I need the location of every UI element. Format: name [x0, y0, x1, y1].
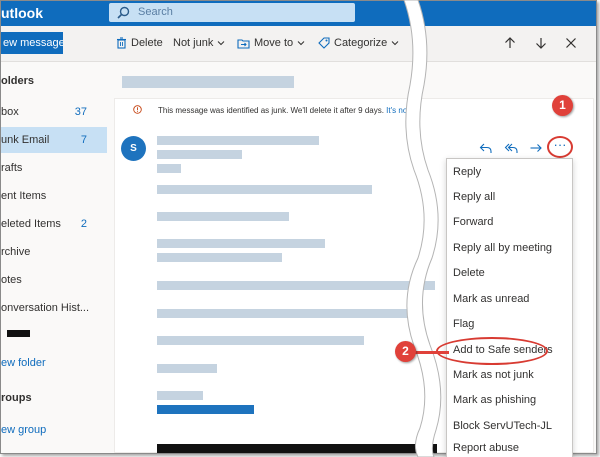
reply-all-icon[interactable] [504, 141, 518, 155]
redacted-footer [157, 444, 437, 453]
menu-item-reply-all-by-meeting[interactable]: Reply all by meeting [447, 236, 572, 261]
menu-item-forward[interactable]: Forward [447, 210, 572, 235]
folder-label: otes [1, 274, 22, 286]
folder-label: rchive [1, 246, 31, 258]
menu-item-report-abuse[interactable]: Report abuse [447, 439, 572, 457]
folder-label: rafts [1, 162, 23, 174]
arrow-up-icon[interactable] [502, 35, 518, 51]
body-line [157, 309, 412, 318]
folder-label: box [1, 106, 19, 118]
trash-icon [117, 37, 126, 49]
search-box[interactable]: Search [109, 3, 355, 22]
folder-sent-items[interactable]: ent Items [1, 183, 107, 209]
menu-item-block-sender[interactable]: Block ServUTech-JL [447, 414, 572, 439]
folder-label: unk Email [1, 134, 50, 146]
more-commands-button[interactable]: ··· [411, 35, 424, 50]
unread-count: 7 [80, 134, 87, 146]
menu-item-reply-all[interactable]: Reply all [447, 185, 572, 210]
body-line [157, 212, 289, 221]
not-junk-button[interactable]: Not junk [173, 37, 225, 49]
junk-notice-bar: This message was identified as junk. We'… [115, 100, 435, 120]
app-brand: utlook [1, 5, 43, 21]
categorize-label: Categorize [334, 37, 388, 49]
callout-line [411, 351, 449, 354]
folder-junk-email[interactable]: unk Email 7 [1, 127, 107, 153]
menu-item-mark-as-unread[interactable]: Mark as unread [447, 287, 572, 312]
sender-avatar: S [121, 136, 146, 161]
chevron-down-icon [297, 41, 305, 46]
groups-header: roups [1, 392, 32, 404]
search-icon [117, 6, 130, 19]
junk-notice-text: This message was identified as junk. We'… [158, 106, 418, 115]
move-to-button[interactable]: Move to [237, 37, 305, 49]
folder-archive[interactable]: rchive [1, 239, 107, 265]
tag-icon [318, 37, 330, 49]
step-badge-1: 1 [552, 95, 573, 116]
folder-move-icon [237, 38, 250, 49]
step-badge-2: 2 [395, 341, 416, 362]
folder-label: onversation Hist... [1, 302, 90, 314]
body-line [157, 185, 372, 194]
close-icon[interactable] [563, 35, 579, 51]
delete-label: Delete [131, 37, 163, 49]
highlight-ring-safe-senders [436, 337, 548, 365]
folder-notes[interactable]: otes [1, 267, 107, 293]
folder-label: eleted Items [1, 218, 61, 230]
unread-count: 37 [74, 106, 87, 118]
folder-deleted-items[interactable]: eleted Items 2 [1, 211, 107, 237]
body-line [157, 364, 217, 373]
menu-item-mark-as-not-junk[interactable]: Mark as not junk [447, 363, 572, 388]
folder-conversation-history[interactable]: onversation Hist... [1, 295, 107, 321]
warning-icon [133, 105, 142, 114]
body-line [157, 281, 435, 290]
chevron-down-icon [391, 41, 399, 46]
date-placeholder [157, 164, 181, 173]
message-context-menu: Reply Reply all Forward Reply all by mee… [446, 158, 573, 457]
folders-header: olders [1, 75, 35, 87]
top-bar: utlook Search [1, 1, 596, 26]
not-junk-link[interactable]: It's not ju [386, 106, 418, 115]
new-folder-link[interactable]: ew folder [1, 357, 46, 369]
menu-item-mark-as-phishing[interactable]: Mark as phishing [447, 388, 572, 413]
chevron-down-icon [218, 41, 225, 46]
categorize-button[interactable]: Categorize [318, 37, 399, 49]
body-line [157, 336, 364, 345]
body-line [157, 391, 203, 400]
delete-button[interactable]: Delete [116, 37, 163, 49]
unread-count: 2 [80, 218, 87, 230]
folder-label: ent Items [1, 190, 47, 202]
folder-pane: olders box 37 unk Email 7 rafts ent Item… [1, 62, 107, 453]
body-link-placeholder [157, 405, 254, 414]
body-line [157, 253, 282, 262]
new-group-link[interactable]: ew group [1, 424, 46, 436]
body-line [157, 239, 325, 248]
menu-item-flag[interactable]: Flag [447, 312, 572, 337]
sender-name-placeholder [157, 136, 319, 145]
not-junk-label: Not junk [173, 37, 214, 49]
search-placeholder: Search [138, 6, 173, 18]
subject-placeholder [122, 76, 294, 88]
forward-icon[interactable] [529, 141, 543, 155]
highlight-ring-more [547, 136, 573, 158]
menu-item-delete[interactable]: Delete [447, 261, 572, 286]
redacted-block [7, 330, 30, 337]
arrow-down-icon[interactable] [533, 35, 549, 51]
folder-inbox[interactable]: box 37 [1, 99, 107, 125]
new-message-button[interactable]: ew message [1, 32, 63, 54]
menu-item-reply[interactable]: Reply [447, 160, 572, 185]
move-to-label: Move to [254, 37, 294, 49]
command-bar: ew message Delete Not junk Move to Categ… [1, 26, 596, 62]
folder-drafts[interactable]: rafts [1, 155, 107, 181]
reply-icon[interactable] [479, 141, 493, 155]
recipient-placeholder [157, 150, 242, 159]
